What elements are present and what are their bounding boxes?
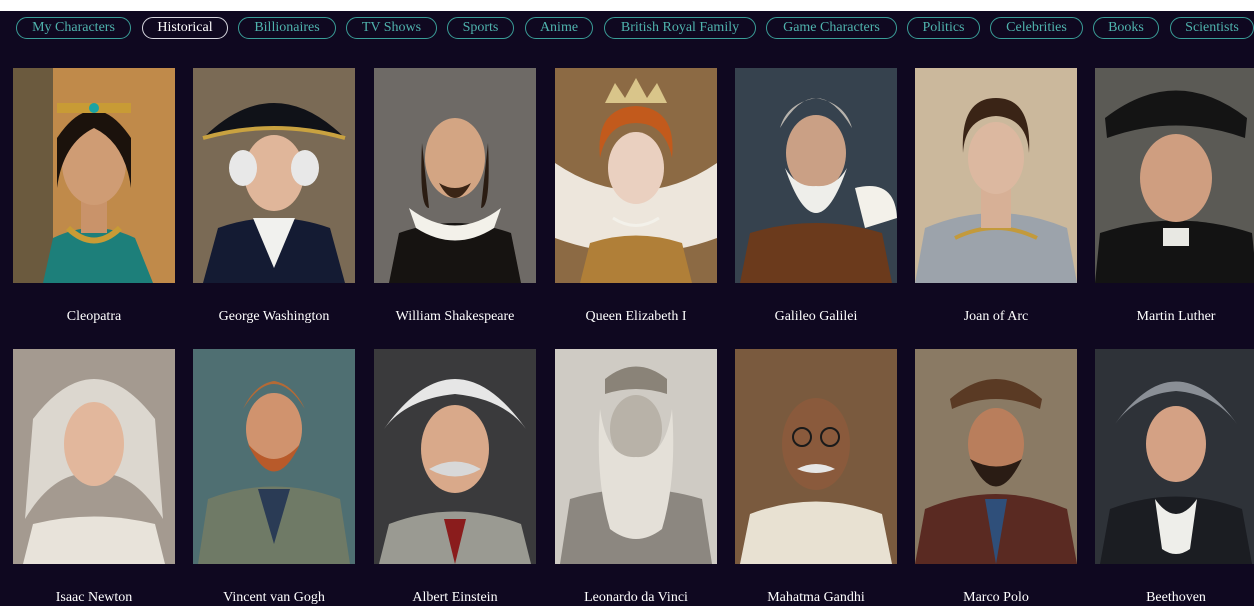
mahatma-gandhi-portrait-image [735,349,897,564]
character-name: Isaac Newton [55,590,133,605]
martin-luther-portrait-image [1095,68,1254,283]
character-name: Cleopatra [66,309,122,324]
william-shakespeare-portrait-image [374,68,536,283]
marco-polo-portrait-image [915,349,1077,564]
character-portrait[interactable] [1095,68,1254,283]
character-name: Vincent van Gogh [223,590,325,605]
tab-sports[interactable]: Sports [447,17,514,39]
character-name: William Shakespeare [395,309,515,324]
character-name: Beethoven [1146,590,1206,605]
character-portrait[interactable] [374,349,536,564]
tab-scientists[interactable]: Scientists [1170,17,1254,39]
albert-einstein-portrait-image [374,349,536,564]
tab-tv-shows[interactable]: TV Shows [346,17,437,39]
character-portrait[interactable] [193,349,355,564]
beethoven-portrait-image [1095,349,1254,564]
character-name: Albert Einstein [412,590,498,605]
george-washington-portrait-image [193,68,355,283]
character-name: Joan of Arc [963,309,1029,324]
tab-books[interactable]: Books [1093,17,1159,39]
character-portrait[interactable] [555,68,717,283]
character-portrait[interactable] [735,349,897,564]
character-name: Leonardo da Vinci [584,590,688,605]
tab-game-characters[interactable]: Game Characters [766,17,897,39]
tab-politics[interactable]: Politics [907,17,980,39]
tab-my-characters[interactable]: My Characters [16,17,131,39]
leonardo-da-vinci-portrait-image [555,349,717,564]
character-portrait[interactable] [1095,349,1254,564]
tab-billionaires[interactable]: Billionaires [238,17,336,39]
character-portrait[interactable] [735,68,897,283]
galileo-galilei-portrait-image [735,68,897,283]
character-name: Marco Polo [963,590,1029,605]
character-portrait[interactable] [555,349,717,564]
character-portrait[interactable] [915,349,1077,564]
character-portrait[interactable] [915,68,1077,283]
joan-of-arc-portrait-image [915,68,1077,283]
cleopatra-portrait-image [13,68,175,283]
isaac-newton-portrait-image [13,349,175,564]
character-name: Galileo Galilei [774,309,858,324]
character-name: Mahatma Gandhi [767,590,865,605]
tab-anime[interactable]: Anime [525,17,593,39]
character-portrait[interactable] [13,68,175,283]
queen-elizabeth-i-portrait-image [555,68,717,283]
tab-historical[interactable]: Historical [142,17,228,39]
app-background: My Characters Historical Billionaires TV… [0,11,1254,606]
character-portrait[interactable] [13,349,175,564]
character-portrait[interactable] [374,68,536,283]
character-name: Queen Elizabeth I [585,309,687,324]
tab-british-royal-family[interactable]: British Royal Family [604,17,756,39]
character-portrait[interactable] [193,68,355,283]
category-tabs: My Characters Historical Billionaires TV… [0,17,1254,41]
tab-celebrities[interactable]: Celebrities [990,17,1083,39]
vincent-van-gogh-portrait-image [193,349,355,564]
character-name: George Washington [218,309,330,324]
character-name: Martin Luther [1136,309,1216,324]
